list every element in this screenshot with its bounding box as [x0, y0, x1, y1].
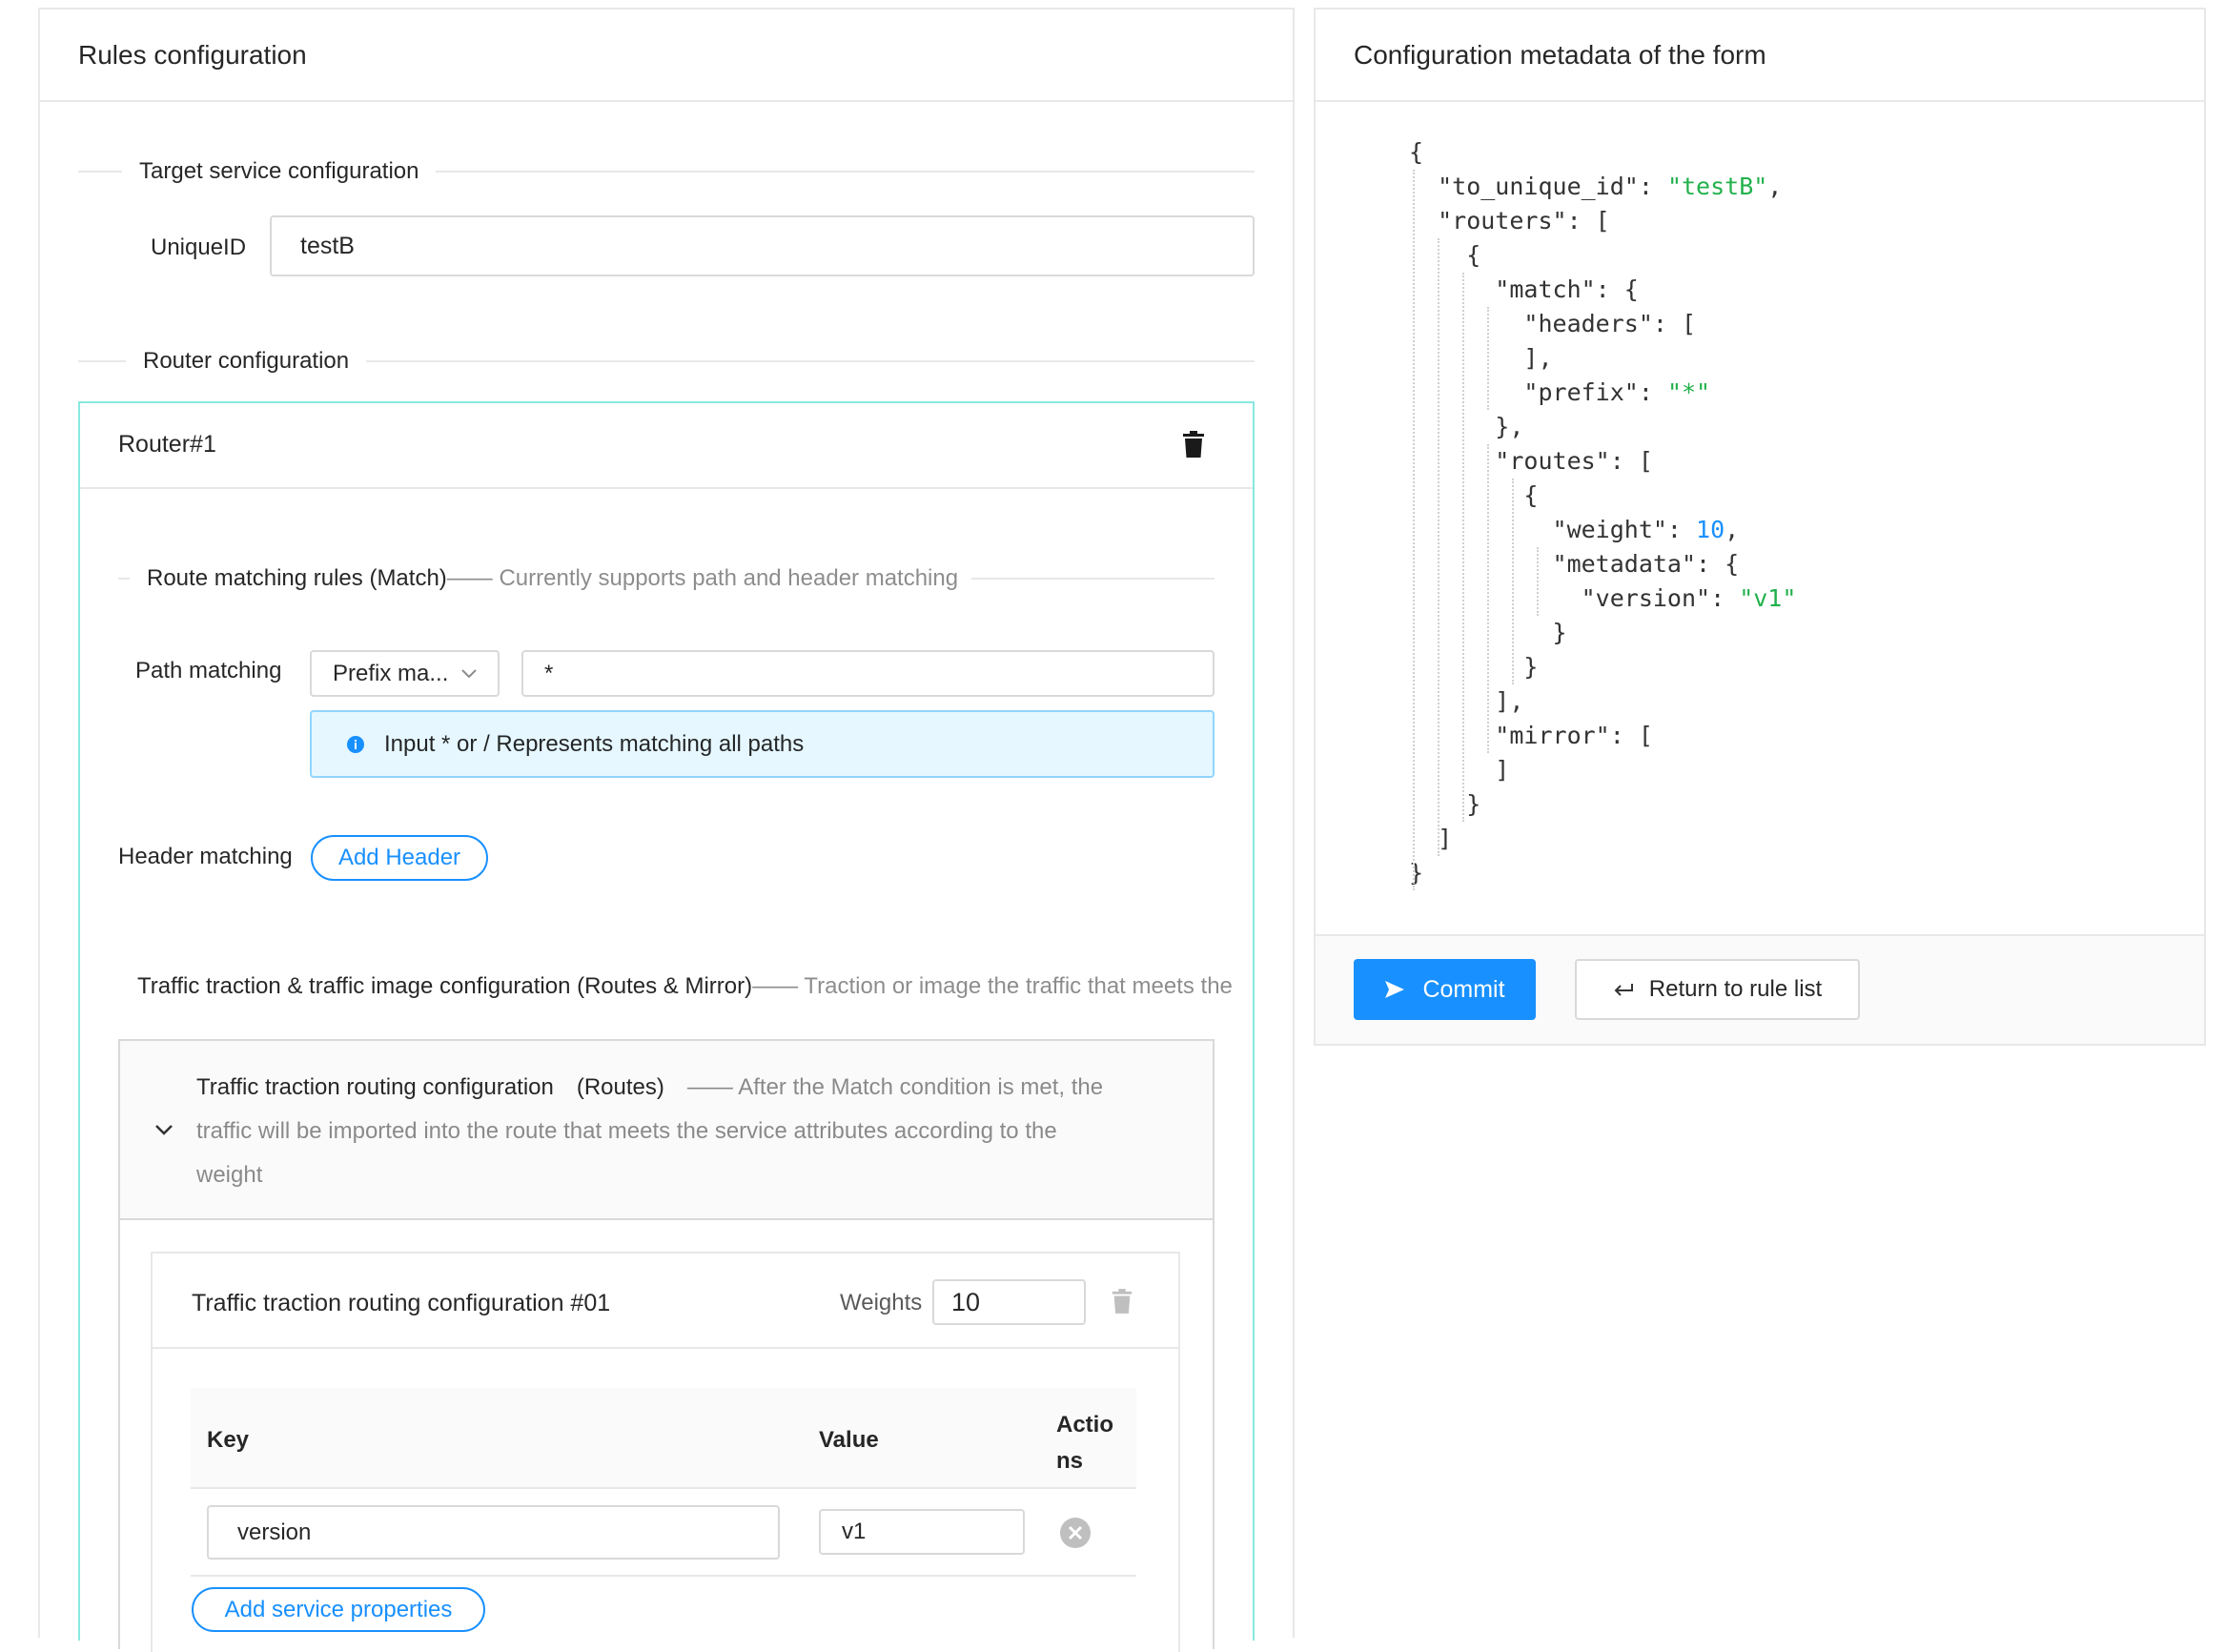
route-card-title: Traffic traction routing configuration #…	[192, 1290, 611, 1316]
properties-table-header	[191, 1388, 1136, 1489]
target-service-section-title: Target service configuration	[122, 158, 437, 185]
add-service-properties-label: Add service properties	[224, 1596, 453, 1622]
actions-column-header: Actio ns	[1056, 1407, 1113, 1479]
json-line: "weight": 10,	[1409, 516, 1740, 543]
json-line: },	[1409, 413, 1524, 440]
json-line: {	[1409, 138, 1424, 166]
actions-header-line1: Actio	[1056, 1412, 1113, 1438]
json-value: ,	[1767, 173, 1783, 200]
weights-input[interactable]: 10	[932, 1279, 1086, 1325]
property-key-input[interactable]: version	[207, 1505, 780, 1560]
routes-panel-desc2: traffic will be imported into the route …	[196, 1118, 1057, 1144]
value-column-header: Value	[819, 1427, 879, 1453]
path-match-type-value: Prefix ma...	[333, 660, 449, 686]
routes-panel-desc3: weight	[196, 1162, 263, 1188]
json-value: ,	[1725, 516, 1740, 543]
property-key-value: version	[237, 1519, 312, 1545]
property-value-input[interactable]: v1	[819, 1509, 1025, 1555]
json-line: ],	[1409, 687, 1524, 715]
chevron-down-icon	[461, 669, 477, 679]
json-line: }	[1409, 859, 1424, 887]
json-value: "testB"	[1666, 173, 1768, 200]
weights-label: Weights	[840, 1290, 923, 1315]
delete-route-button[interactable]	[1111, 1288, 1133, 1319]
return-to-rule-list-button[interactable]: Return to rule list	[1575, 959, 1860, 1020]
return-label: Return to rule list	[1648, 976, 1823, 1002]
json-line: ],	[1409, 344, 1553, 372]
path-value-input[interactable]: *	[521, 650, 1215, 697]
trash-icon	[1183, 431, 1204, 458]
json-preview: { "to_unique_id": "testB", "routers": [ …	[1409, 135, 1796, 890]
json-line: ]	[1409, 756, 1510, 784]
card-title: Rules configuration	[40, 10, 1293, 102]
traffic-title: Traffic traction & traffic image configu…	[137, 973, 753, 999]
json-value: 10	[1696, 516, 1725, 543]
json-line: "routers": [	[1409, 207, 1610, 235]
json-line: "version": "v1"	[1409, 584, 1797, 612]
weights-value: 10	[951, 1287, 981, 1316]
json-value: "v1"	[1739, 584, 1797, 612]
json-code: { "to_unique_id": "testB", "routers": [ …	[1409, 135, 1796, 890]
json-line: {	[1409, 481, 1539, 509]
unique-id-value: testB	[300, 232, 355, 259]
rules-configuration-title: Rules configuration	[78, 39, 307, 70]
routes-panel-text: Traffic traction routing configuration (…	[196, 1066, 1188, 1197]
json-line: "metadata": {	[1409, 550, 1740, 578]
json-line: }	[1409, 790, 1481, 818]
match-title: Route matching rules (Match)	[147, 565, 447, 591]
trash-icon	[1112, 1289, 1133, 1314]
path-matching-label: Path matching	[135, 658, 282, 683]
match-section-title: Route matching rules (Match)—— Currently…	[130, 565, 972, 592]
header-matching-label: Header matching	[118, 844, 293, 869]
json-line: "mirror": [	[1409, 722, 1653, 749]
json-line: "match": {	[1409, 275, 1639, 303]
configuration-metadata-title: Configuration metadata of the form	[1354, 39, 1766, 70]
commit-button[interactable]: Commit	[1354, 959, 1536, 1020]
routes-panel-desc1: —— After the Match condition is met, the	[686, 1074, 1104, 1100]
actions-header-line2: ns	[1056, 1448, 1084, 1474]
send-icon	[1385, 981, 1405, 998]
chevron-down-icon[interactable]	[154, 1123, 174, 1140]
unique-id-label: UniqueID	[151, 235, 247, 260]
commit-label: Commit	[1422, 975, 1505, 1003]
add-header-label: Add Header	[337, 845, 461, 870]
json-line: "headers": [	[1409, 310, 1697, 337]
remove-property-button[interactable]	[1059, 1517, 1092, 1554]
property-value: v1	[842, 1519, 867, 1544]
return-icon	[1614, 984, 1633, 996]
json-line: }	[1409, 653, 1539, 681]
path-match-type-select[interactable]: Prefix ma...	[310, 650, 500, 697]
json-line: ]	[1409, 825, 1453, 852]
close-circle-icon	[1060, 1518, 1091, 1548]
info-icon	[347, 735, 364, 753]
route-card-header-border	[153, 1347, 1178, 1349]
json-line: }	[1409, 619, 1567, 646]
router-card-header-border	[80, 487, 1253, 489]
json-line: {	[1409, 241, 1481, 269]
path-hint-alert: Input * or / Represents matching all pat…	[310, 710, 1215, 778]
json-line: "to_unique_id": "testB",	[1409, 173, 1783, 200]
unique-id-input[interactable]: testB	[270, 215, 1255, 276]
routes-panel-title: Traffic traction routing configuration (…	[196, 1074, 664, 1100]
match-desc: —— Currently supports path and header ma…	[446, 565, 959, 591]
json-line: "routes": [	[1409, 447, 1653, 475]
router-title: Router#1	[118, 431, 216, 458]
router-section-title: Router configuration	[126, 348, 367, 375]
key-column-header: Key	[207, 1427, 250, 1453]
add-service-properties-button[interactable]: Add service properties	[192, 1587, 485, 1632]
traffic-section-title: Traffic traction & traffic image configu…	[137, 973, 1313, 1000]
json-line: "prefix": "*"	[1409, 378, 1711, 406]
json-value: "*"	[1666, 378, 1711, 406]
path-hint-text: Input * or / Represents matching all pat…	[384, 730, 805, 757]
delete-router-button[interactable]	[1181, 430, 1206, 459]
traffic-desc: —— Traction or image the traffic that me…	[752, 973, 1233, 999]
card-title: Configuration metadata of the form	[1316, 10, 2204, 102]
add-header-button[interactable]: Add Header	[311, 835, 488, 881]
path-value: *	[544, 660, 554, 686]
